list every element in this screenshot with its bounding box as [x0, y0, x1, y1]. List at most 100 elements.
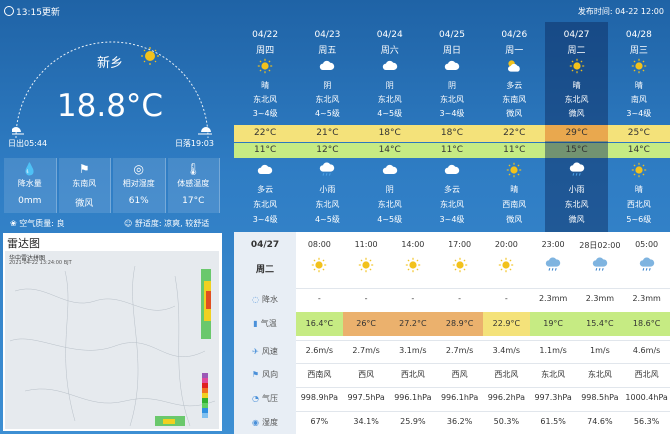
- cloud-icon: [319, 58, 335, 74]
- thermometer-icon: 🌡: [185, 162, 201, 176]
- radar-panel: 雷达图 华中雷达拼图 2021-04-22 13:24:00 BJT: [3, 233, 222, 431]
- hourly-time: 08:00: [307, 240, 331, 249]
- forecast-date: 04/27: [563, 30, 590, 40]
- forecast-weekday: 周一: [505, 46, 524, 56]
- hourly-humidity-cell: 25.9%: [400, 417, 426, 426]
- forecast-day-4[interactable]: 04/25 周日阴东北风 3~4级 18°C 11°C 多云 东北风 3~4级: [421, 22, 483, 232]
- forecast-day-wind-level: 微风: [568, 109, 585, 118]
- hourly-temp-cell: 28.9°C: [436, 312, 483, 336]
- hourly-wind-speed-cell: 4.6m/s: [632, 346, 661, 355]
- forecast-weekday: 周四: [256, 46, 275, 56]
- cloud-icon: [382, 162, 398, 178]
- hourly-pressure-cell: 998.9hPa: [300, 393, 339, 402]
- hourly-temp-cell: 16.4°C: [296, 312, 343, 336]
- forecast-high-temp: 29°C: [545, 125, 608, 141]
- hourly-temp-cell: 27.2°C: [389, 312, 437, 336]
- forecast-night-wind-level: 4~5级: [377, 215, 403, 224]
- forecast-night-wind-dir: 东北风: [253, 200, 278, 209]
- forecast-night-wind-level: 3~4级: [252, 215, 278, 224]
- hourly-humidity-cell: 67%: [310, 417, 329, 426]
- pressure-icon: ◔: [252, 394, 259, 403]
- forecast-high-temp: 22°C: [254, 128, 277, 138]
- cloud-icon: [382, 58, 398, 74]
- forecast-day-3[interactable]: 04/24 周六阴东北风 4~5级 18°C 14°C 阴东北风 4~5级: [359, 22, 421, 232]
- hourly-precip-cell: 2.3mm: [538, 294, 568, 303]
- hourly-precip-cell: -: [411, 294, 415, 303]
- hourly-wind-speed-cell: 3.4m/s: [492, 346, 521, 355]
- hourly-precip-cell: 2.3mm: [632, 294, 661, 303]
- forecast-day-wind-level: 4~5级: [314, 109, 340, 118]
- humidity-icon: ◎: [133, 162, 144, 176]
- forecast-weekday: 周六: [380, 46, 399, 56]
- radar-map[interactable]: 华中雷达拼图 2021-04-22 13:24:00 BJT: [5, 251, 219, 429]
- forecast-day-wind-dir: 东南风: [502, 95, 527, 104]
- hourly-humidity-cell: 74.6%: [587, 417, 613, 426]
- forecast-night-weather: 小雨: [319, 185, 336, 194]
- forecast-date: 04/23: [314, 30, 341, 40]
- rain-icon: [639, 257, 655, 273]
- row-divider: [296, 411, 670, 412]
- forecast-weekday: 周日: [442, 46, 461, 56]
- hourly-forecast: 04/27 周二 ◌ 降水 ▮ 气温 ✈ 风速 ⚑ 风向 ◔ 气压 ◉ 湿度 08:00-16.4°C 2…: [234, 232, 670, 434]
- hourly-temp-cell: 22.9°C: [483, 312, 530, 336]
- forecast-day-6[interactable]: 04/27 周二晴东北风 微风 29°C 15°C 小雨 东北风 微风: [545, 22, 608, 232]
- sun-icon: [631, 58, 647, 74]
- row-divider: [296, 363, 670, 364]
- forecast-day-wind-level: 3~4级: [439, 109, 465, 118]
- sun-icon: [311, 257, 327, 273]
- stat-wind: ⚑ 东南风 微风: [58, 158, 111, 213]
- forecast-low-temp: 11°C: [254, 145, 277, 155]
- hourly-temp-cell: 18.6°C: [623, 312, 670, 336]
- forecast-day-wind-dir: 东北风: [315, 95, 340, 104]
- forecast-day-wind-level: 3~4级: [626, 109, 652, 118]
- hourly-date: 04/27: [250, 240, 280, 250]
- hourly-pressure-cell: 996.1hPa: [440, 393, 479, 402]
- forecast-high-temp: 21°C: [316, 128, 339, 138]
- hourly-row-label-wind-speed: ✈ 风速: [252, 347, 278, 356]
- sun-icon: [498, 257, 514, 273]
- leaf-icon: ❀: [10, 219, 17, 228]
- forecast-night-weather: 多云: [257, 185, 274, 194]
- wind-speed-icon: ✈: [252, 347, 259, 356]
- forecast-night-weather: 小雨: [568, 185, 585, 194]
- forecast-day-2[interactable]: 04/23 周五阴东北风 4~5级 21°C 12°C 小雨 东北风 4~5级: [296, 22, 358, 232]
- forecast-night-wind-dir: 西北风: [626, 200, 651, 209]
- hourly-time: 05:00: [635, 240, 659, 249]
- hourly-humidity-cell: 50.3%: [493, 417, 520, 426]
- humidity-icon: ◉: [252, 418, 259, 427]
- hourly-wind-speed-cell: 2.7m/s: [352, 346, 380, 355]
- forecast-night-wind-dir: 西南风: [502, 200, 527, 209]
- forecast-day-5[interactable]: 04/26 周一 多云 东南风 微风 22°C 11°C 晴西南风 微风: [483, 22, 545, 232]
- forecast-day-wind-dir: 南风: [630, 95, 647, 104]
- forecast-day-wind-dir: 东北风: [564, 95, 589, 104]
- forecast-high-temp: 22°C: [503, 128, 526, 138]
- hourly-wind-dir-cell: 西北风: [634, 370, 659, 379]
- partly-icon: [506, 58, 522, 74]
- hourly-wind-dir-cell: 西南风: [307, 370, 332, 379]
- hourly-temp-cell: 15.4°C: [576, 312, 624, 336]
- hourly-precip-cell: -: [317, 294, 321, 303]
- hourly-weekday: 周二: [255, 265, 274, 275]
- forecast-low-temp: 11°C: [440, 145, 464, 155]
- cloud-icon: [257, 162, 273, 178]
- current-weather-panel: 新乡 18.8°C 日出05:44 日落19:03 💧 降水量 0mm ⚑ 东南…: [0, 22, 230, 234]
- rain-icon: [592, 257, 608, 273]
- forecast-day-1[interactable]: 04/22 周四晴东北风 3~4级 22°C 11°C 多云 东北风 3~4级: [234, 22, 296, 232]
- comfort-icon: ☺: [124, 219, 133, 228]
- forecast-day-7[interactable]: 04/28 周三晴南风 3~4级 25°C 14°C 晴西北风 5~6级: [608, 22, 670, 232]
- forecast-night-weather: 阴: [385, 185, 394, 194]
- forecast-high-temp: 18°C: [378, 128, 401, 138]
- forecast-day-wind-level: 微风: [506, 109, 523, 118]
- forecast-night-wind-dir: 东北风: [315, 200, 340, 209]
- seven-day-forecast: 04/22 周四晴东北风 3~4级 22°C 11°C 多云 东北风 3~4级 04/23 周五阴…: [234, 22, 670, 232]
- update-time: 13:15更新: [4, 5, 60, 18]
- hourly-pressure-cell: 997.5hPa: [347, 393, 385, 402]
- forecast-date: 04/25: [439, 30, 465, 40]
- hourly-row-label-wind-dir: ⚑ 风向: [251, 370, 279, 379]
- hourly-wind-speed-cell: 3.1m/s: [399, 346, 427, 355]
- wind-direction-icon: ⚑: [251, 370, 260, 379]
- forecast-day-wind-level: 4~5级: [377, 109, 403, 118]
- sun-icon: [506, 162, 522, 178]
- forecast-night-wind-level: 5~6级: [626, 215, 652, 224]
- hourly-time: 17:00: [448, 240, 472, 249]
